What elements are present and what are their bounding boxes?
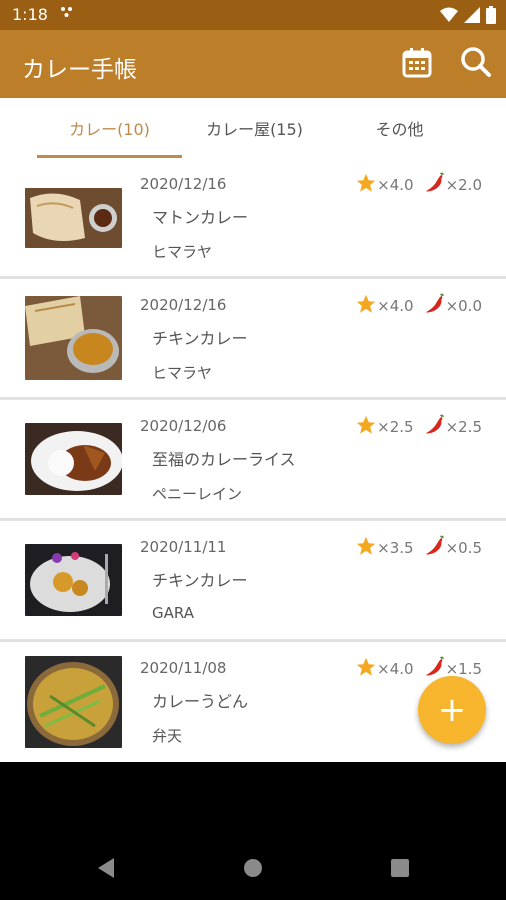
taste-rating: ×3.5: [377, 539, 414, 557]
status-time: 1:18: [12, 5, 48, 24]
chili-icon: [424, 535, 446, 561]
entry-date: 2020/12/06: [140, 417, 227, 435]
food-photo: [25, 656, 122, 748]
taste-rating: ×4.0: [377, 297, 414, 315]
food-photo: [25, 296, 122, 380]
food-photo: [25, 423, 122, 495]
curry-name: チキンカレー: [152, 329, 248, 348]
rating-group: ×4.0 ×0.0: [355, 293, 482, 319]
status-bar: 1:18: [0, 0, 506, 30]
battery-icon: [486, 6, 496, 28]
signal-icon: [464, 7, 480, 27]
system-nav-bar: [0, 840, 506, 900]
curry-list: 2020/12/16 マトンカレー ヒマラヤ ×4.0 ×2.0 2020/12…: [0, 158, 506, 762]
calendar-icon: [401, 46, 433, 82]
calendar-button[interactable]: [400, 47, 434, 81]
entry-date: 2020/11/11: [140, 538, 227, 556]
shop-name: GARA: [152, 604, 194, 622]
rating-group: ×2.5 ×2.5: [355, 414, 482, 440]
list-item[interactable]: 2020/12/06 至福のカレーライス ペニーレイン ×2.5 ×2.5: [0, 400, 506, 518]
tab-bar: カレー(10) カレー屋(15) その他: [0, 98, 506, 158]
shop-name: 弁天: [152, 727, 183, 745]
curry-name: チキンカレー: [152, 571, 248, 590]
tab-curry-shop[interactable]: カレー屋(15): [182, 98, 327, 158]
entry-date: 2020/12/16: [140, 296, 227, 314]
list-item[interactable]: 2020/12/16 チキンカレー ヒマラヤ ×4.0 ×0.0: [0, 279, 506, 397]
spice-rating: ×0.5: [445, 539, 482, 557]
chili-icon: [424, 414, 446, 440]
notification-icon: [58, 4, 76, 26]
shop-name: ペニーレイン: [152, 485, 243, 503]
plus-icon: +: [437, 690, 467, 730]
star-icon: [355, 414, 377, 440]
recents-icon: [391, 859, 409, 881]
back-icon: [96, 857, 116, 883]
food-photo: [25, 544, 122, 616]
add-entry-button[interactable]: +: [418, 676, 486, 744]
wifi-icon: [440, 7, 458, 27]
recents-button[interactable]: [370, 840, 430, 900]
star-icon: [355, 172, 377, 198]
spice-rating: ×2.5: [445, 418, 482, 436]
app-title: カレー手帳: [22, 57, 137, 83]
app-bar: カレー手帳: [0, 30, 506, 98]
taste-rating: ×4.0: [377, 176, 414, 194]
spice-rating: ×2.0: [445, 176, 482, 194]
home-icon: [243, 858, 263, 882]
list-item[interactable]: 2020/12/16 マトンカレー ヒマラヤ ×4.0 ×2.0: [0, 158, 506, 276]
taste-rating: ×4.0: [377, 660, 414, 678]
list-item[interactable]: 2020/11/11 チキンカレー GARA ×3.5 ×0.5: [0, 521, 506, 639]
star-icon: [355, 656, 377, 682]
home-button[interactable]: [223, 840, 283, 900]
star-icon: [355, 293, 377, 319]
search-button[interactable]: [459, 47, 493, 81]
entry-date: 2020/11/08: [140, 659, 227, 677]
curry-name: 至福のカレーライス: [152, 450, 296, 469]
shop-name: ヒマラヤ: [152, 364, 213, 382]
rating-group: ×3.5 ×0.5: [355, 535, 482, 561]
taste-rating: ×2.5: [377, 418, 414, 436]
entry-date: 2020/12/16: [140, 175, 227, 193]
spice-rating: ×0.0: [445, 297, 482, 315]
tab-curry[interactable]: カレー(10): [37, 98, 182, 158]
shop-name: ヒマラヤ: [152, 243, 213, 261]
search-icon: [460, 46, 492, 82]
curry-name: カレーうどん: [152, 692, 249, 711]
food-photo: [25, 188, 122, 248]
back-button[interactable]: [76, 840, 136, 900]
chili-icon: [424, 293, 446, 319]
rating-group: ×4.0 ×2.0: [355, 172, 482, 198]
chili-icon: [424, 172, 446, 198]
curry-name: マトンカレー: [152, 208, 249, 227]
tab-other[interactable]: その他: [327, 98, 472, 158]
star-icon: [355, 535, 377, 561]
